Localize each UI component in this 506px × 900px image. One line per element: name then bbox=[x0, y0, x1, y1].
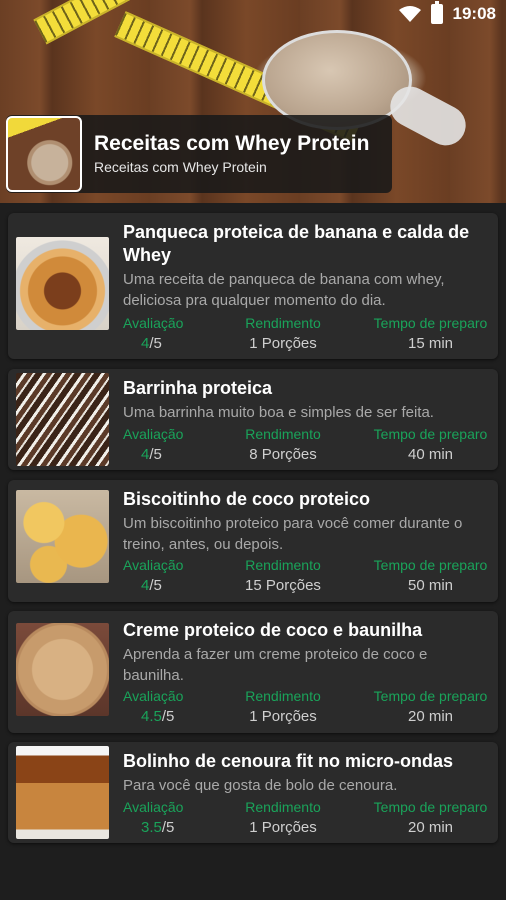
app-logo-image bbox=[6, 116, 82, 192]
recipe-description: Uma receita de panqueca de banana com wh… bbox=[123, 271, 445, 309]
recipe-title: Barrinha proteica bbox=[123, 378, 273, 398]
recipe-description: Aprenda a fazer um creme proteico de coc… bbox=[123, 646, 428, 684]
rating-label: Avaliação bbox=[123, 315, 184, 331]
app-title-box: Receitas com Whey Protein Receitas com W… bbox=[6, 115, 392, 193]
prep-time-label: Tempo de preparo bbox=[373, 426, 488, 442]
status-bar: 19:08 bbox=[398, 0, 506, 28]
page-title: Receitas com Whey Protein bbox=[94, 132, 370, 155]
yield-value: 8 Porções bbox=[249, 446, 317, 463]
recipe-card[interactable]: Bolinho de cenoura fit no micro-ondas Pa… bbox=[8, 742, 498, 843]
rating-value: 4.5/5 bbox=[141, 708, 175, 725]
yield-value: 1 Porções bbox=[249, 335, 317, 352]
prep-time-value: 20 min bbox=[407, 708, 454, 725]
header-banner: 19:08 Receitas com Whey Protein Receitas… bbox=[0, 0, 506, 203]
yield-value: 1 Porções bbox=[249, 708, 317, 725]
rating-value: 4/5 bbox=[141, 577, 162, 594]
prep-time-label: Tempo de preparo bbox=[373, 688, 488, 704]
prep-time-value: 50 min bbox=[407, 577, 454, 594]
yield-value: 1 Porções bbox=[249, 819, 317, 836]
recipe-description: Uma barrinha muito boa e simples de ser … bbox=[123, 404, 434, 421]
recipe-description: Para você que gosta de bolo de cenoura. bbox=[123, 777, 398, 794]
recipe-title: Creme proteico de coco e baunilha bbox=[123, 620, 423, 640]
recipe-description: Um biscoitinho proteico para você comer … bbox=[123, 515, 463, 553]
recipe-title: Biscoitinho de coco proteico bbox=[123, 489, 371, 509]
recipe-image bbox=[16, 237, 109, 330]
yield-value: 15 Porções bbox=[245, 577, 321, 594]
prep-time-label: Tempo de preparo bbox=[373, 799, 488, 815]
yield-label: Rendimento bbox=[245, 315, 321, 331]
recipe-image bbox=[16, 373, 109, 466]
recipe-card[interactable]: Creme proteico de coco e baunilha Aprend… bbox=[8, 611, 498, 733]
rating-label: Avaliação bbox=[123, 557, 184, 573]
prep-time-value: 20 min bbox=[407, 819, 454, 836]
wifi-icon bbox=[398, 6, 421, 22]
rating-value: 3.5/5 bbox=[141, 819, 175, 836]
recipe-card[interactable]: Biscoitinho de coco proteico Um biscoiti… bbox=[8, 480, 498, 602]
yield-label: Rendimento bbox=[245, 799, 321, 815]
rating-label: Avaliação bbox=[123, 426, 184, 442]
recipe-image bbox=[16, 490, 109, 583]
yield-label: Rendimento bbox=[245, 557, 321, 573]
recipe-image bbox=[16, 623, 109, 716]
prep-time-label: Tempo de preparo bbox=[373, 315, 488, 331]
recipe-title: Panqueca proteica de banana e calda de W… bbox=[123, 222, 470, 265]
prep-time-value: 40 min bbox=[407, 446, 454, 463]
page-subtitle: Receitas com Whey Protein bbox=[94, 159, 267, 175]
clock: 19:08 bbox=[452, 4, 496, 23]
recipe-card[interactable]: Barrinha proteica Uma barrinha muito boa… bbox=[8, 369, 498, 470]
recipe-image bbox=[16, 746, 109, 839]
rating-value: 4/5 bbox=[141, 335, 162, 352]
recipe-card[interactable]: Panqueca proteica de banana e calda de W… bbox=[8, 213, 498, 359]
rating-label: Avaliação bbox=[123, 688, 184, 704]
rating-label: Avaliação bbox=[123, 799, 184, 815]
recipe-title: Bolinho de cenoura fit no micro-ondas bbox=[123, 751, 454, 771]
battery-icon bbox=[430, 1, 443, 24]
yield-label: Rendimento bbox=[245, 426, 321, 442]
yield-label: Rendimento bbox=[245, 688, 321, 704]
rating-value: 4/5 bbox=[141, 446, 162, 463]
scoop-handle-image bbox=[383, 79, 473, 153]
prep-time-value: 15 min bbox=[407, 335, 454, 352]
prep-time-label: Tempo de preparo bbox=[373, 557, 488, 573]
